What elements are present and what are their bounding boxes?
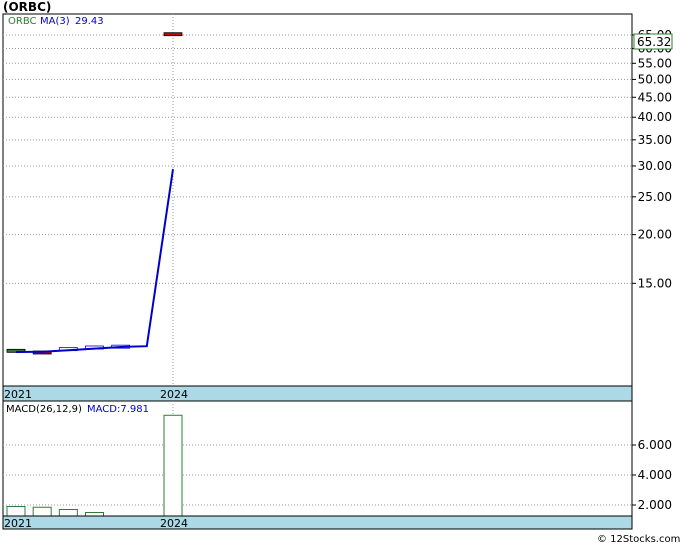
macd-x-tick-label: 2021	[4, 517, 32, 530]
price-y-tick-label: 40.00	[638, 110, 672, 124]
macd-y-axis: 2.000 4.000 6.000	[632, 438, 672, 512]
price-x-axis: 2021 2024	[2, 385, 633, 402]
macd-bar	[58, 509, 78, 517]
chart-title: (ORBC)	[3, 0, 51, 14]
price-y-tick-label: 15.00	[638, 276, 672, 290]
last-price-tag: 65.32	[633, 33, 673, 50]
price-y-axis: 15.00 20.00 25.00 30.00 35.00 40.00 45.00 50.00…	[632, 28, 672, 290]
price-y-tick-label: 25.00	[638, 190, 672, 204]
macd-bar	[85, 512, 104, 517]
price-candle	[163, 32, 183, 37]
price-plot-area	[2, 13, 633, 387]
legend-ticker: ORBC	[8, 16, 37, 27]
price-panel: 15.00 20.00 25.00 30.00 35.00 40.00 45.00 50.00…	[2, 13, 673, 387]
macd-y-tick-label: 2.000	[638, 498, 672, 512]
price-y-tick-label: 30.00	[638, 159, 672, 173]
macd-bar	[32, 506, 52, 517]
macd-bar	[6, 506, 26, 517]
legend-ma-value: 29.43	[75, 16, 104, 27]
macd-legend-label: MACD(26,12,9)	[6, 404, 82, 415]
macd-bar	[163, 414, 183, 517]
credit-text: © 12Stocks.com	[597, 534, 680, 545]
price-y-tick-label: 55.00	[638, 56, 672, 70]
macd-y-tick-label: 4.000	[638, 468, 672, 482]
stock-chart: (ORBC) 15.00 20.00 25.00 30.00 35.00 40.00 45.…	[2, 0, 680, 545]
legend-ma-label: MA(3)	[40, 16, 70, 27]
price-x-axis-band	[2, 385, 633, 402]
last-price-label: 65.32	[637, 35, 671, 49]
price-y-tick-label: 45.00	[638, 90, 672, 104]
macd-legend-value: MACD:7.981	[87, 404, 149, 415]
price-y-tick-label: 35.00	[638, 133, 672, 147]
macd-x-tick-label: 2024	[160, 517, 188, 530]
price-x-tick-label: 2021	[4, 388, 32, 401]
macd-y-tick-label: 6.000	[638, 438, 672, 452]
macd-x-axis-band	[2, 515, 633, 530]
price-x-tick-label: 2024	[160, 388, 188, 401]
macd-panel: 2.000 4.000 6.000 MACD(26,12,9) MACD:7.981	[2, 400, 672, 517]
macd-x-axis: 2021 2024	[2, 515, 633, 530]
price-y-tick-label: 50.00	[638, 72, 672, 86]
macd-plot-area	[2, 400, 633, 517]
price-y-tick-label: 20.00	[638, 228, 672, 242]
